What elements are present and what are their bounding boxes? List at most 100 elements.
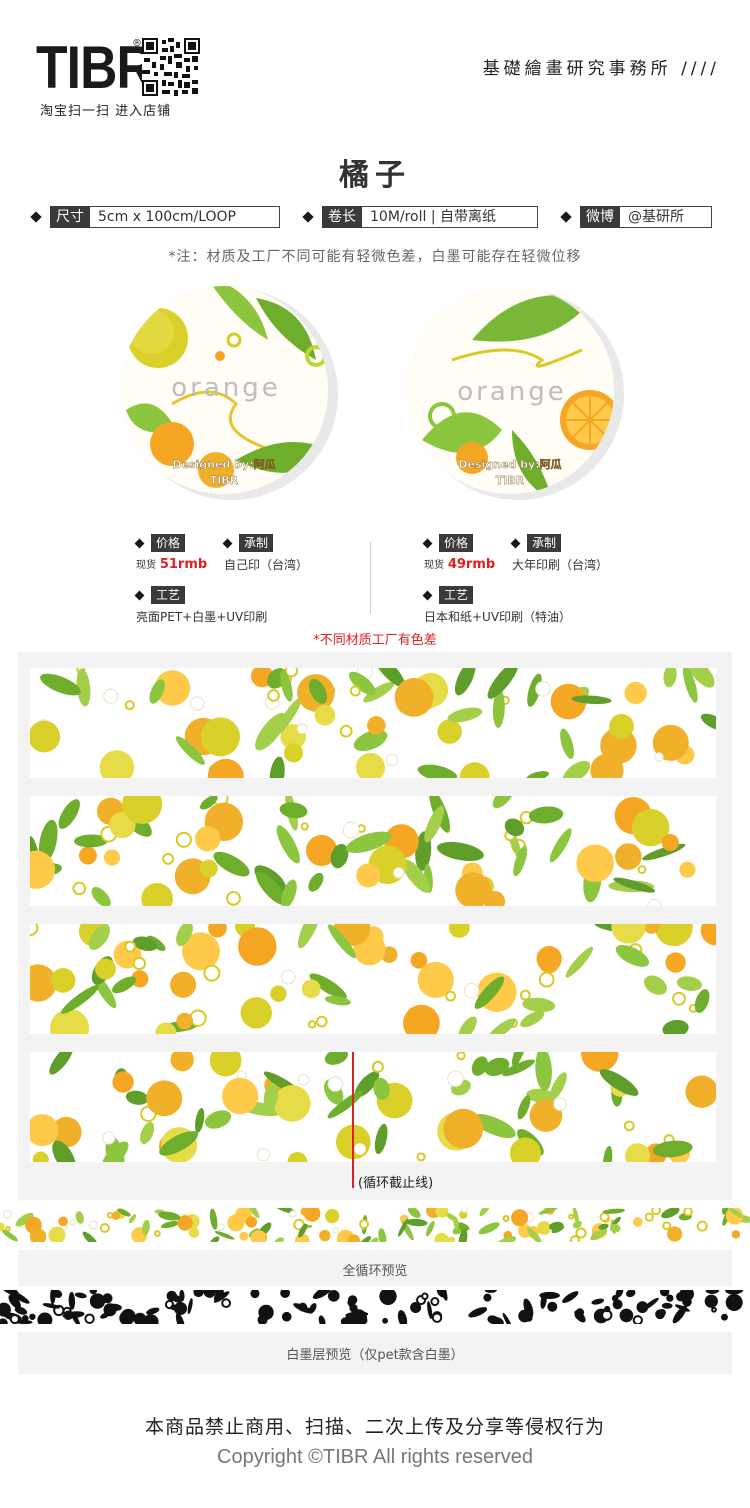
ring-dot-shape xyxy=(221,1298,231,1309)
orange-fruit-shape xyxy=(576,844,614,883)
ring-dot-shape xyxy=(132,956,147,971)
orange-fruit-shape xyxy=(37,1312,53,1324)
leaf-shape xyxy=(563,760,591,778)
leaf-shape xyxy=(484,1290,497,1293)
price-label: 价格 xyxy=(134,534,186,552)
leaf-shape xyxy=(705,1290,720,1294)
diamond-bullet-icon xyxy=(302,211,314,223)
qr-code-icon[interactable] xyxy=(142,38,200,96)
orange-fruit-shape xyxy=(94,958,116,980)
blossom-shape xyxy=(547,1301,558,1312)
craft-label: 工艺 xyxy=(422,586,474,604)
blossom-shape xyxy=(611,1295,619,1302)
leaf-shape xyxy=(74,1292,87,1299)
orange-fruit-shape xyxy=(725,1293,743,1311)
maker-value: 自己印（台湾） xyxy=(224,558,309,572)
diamond-bullet-icon xyxy=(560,211,572,223)
blossom-shape xyxy=(460,1208,468,1213)
orange-fruit-shape xyxy=(624,681,647,705)
maker-label: 承制 xyxy=(510,534,562,552)
orange-fruit-shape xyxy=(355,752,386,778)
orange-fruit-shape xyxy=(238,927,277,966)
orange-fruit-shape xyxy=(207,758,244,778)
orange-fruit-shape xyxy=(30,720,61,753)
spec-value: 10M/roll | 自带离纸 xyxy=(362,206,538,228)
leaf-shape xyxy=(562,1291,579,1304)
blossom-shape xyxy=(382,1317,389,1324)
leaf-shape xyxy=(297,924,322,949)
ring-dot-shape xyxy=(456,1052,466,1061)
shop-scan-link[interactable]: 淘宝扫一扫 进入店铺 xyxy=(40,100,171,119)
leaf-shape xyxy=(454,668,476,696)
leaf-shape xyxy=(75,1211,84,1224)
orange-fruit-shape xyxy=(170,1052,194,1072)
orange-fruit-shape xyxy=(704,1294,718,1308)
leaf-shape xyxy=(276,825,300,864)
leaf-shape xyxy=(204,1110,232,1129)
orange-fruit-shape xyxy=(176,1012,193,1030)
leaf-shape xyxy=(528,806,564,824)
orange-fruit-shape xyxy=(447,1236,456,1242)
leaf-shape xyxy=(68,1291,76,1310)
ring-dot-shape xyxy=(315,1015,328,1028)
ring-dot-shape xyxy=(371,1060,384,1073)
orange-fruit-shape xyxy=(459,762,490,778)
orange-fruit-shape xyxy=(50,968,76,993)
leaf-shape xyxy=(468,1307,488,1318)
leaf-shape xyxy=(526,771,550,778)
blossom-shape xyxy=(653,752,664,762)
tape-roll-pet: orange Designed by:阿瓜 TIBR xyxy=(116,280,340,500)
orange-fruit-shape xyxy=(679,861,696,878)
ring-dot-shape xyxy=(339,724,353,738)
ring-dot-shape xyxy=(538,971,555,988)
ring-dot-shape xyxy=(711,1306,717,1313)
leaf-shape xyxy=(187,1298,193,1315)
variant-pet: 价格 承制 现货 51rmb 自己印（台湾） 工艺 亮面PET+白墨+UV印刷 xyxy=(134,534,376,630)
leaf-shape xyxy=(700,713,716,731)
orange-fruit-shape xyxy=(410,1302,422,1314)
blossom-shape xyxy=(604,1305,611,1313)
tape-segment-4 xyxy=(30,1052,716,1162)
orange-fruit-shape xyxy=(314,704,336,726)
orange-fruit-shape xyxy=(666,1294,674,1302)
leaf-shape xyxy=(535,1052,552,1092)
orange-fruit-shape xyxy=(270,985,287,1002)
studio-name: 基礎繪畫研究事務所 //// xyxy=(482,59,720,79)
leaf-shape xyxy=(479,1208,491,1217)
leaf-shape xyxy=(538,1208,560,1215)
leaf-shape xyxy=(602,1145,613,1162)
variant-washi: 价格 承制 现货 49rmb 大年印刷（台湾） 工艺 日本和纸+UV印刷（特油） xyxy=(422,534,664,630)
leaf-shape xyxy=(378,1228,387,1242)
orange-fruit-shape xyxy=(103,849,121,866)
blossom-shape xyxy=(280,969,296,985)
blossom-shape xyxy=(647,898,662,906)
ring-dot-shape xyxy=(568,1213,575,1220)
orange-fruit-shape xyxy=(170,971,197,998)
ring-dot-shape xyxy=(637,865,647,875)
leaf-shape xyxy=(549,828,572,863)
leaf-shape xyxy=(565,946,594,978)
blossom-shape xyxy=(216,1223,225,1231)
blossom-shape xyxy=(347,1295,358,1305)
blossom-shape xyxy=(69,1218,76,1226)
leaf-shape xyxy=(661,1208,680,1219)
orange-fruit-shape xyxy=(685,1075,716,1108)
spec-value: @基研所 xyxy=(620,206,712,228)
ring-dot-shape xyxy=(445,990,457,1002)
blossom-shape xyxy=(342,821,360,839)
leaf-shape xyxy=(318,1315,326,1324)
orange-fruit-shape xyxy=(536,946,562,972)
orange-fruit-shape xyxy=(280,1290,291,1298)
orange-fruit-shape xyxy=(99,750,135,778)
ring-dot-shape xyxy=(124,940,136,953)
leaf-shape xyxy=(49,1052,74,1075)
white-ink-band: 白墨层预览（仅pet款含白墨） xyxy=(18,1332,732,1374)
orange-fruit-shape xyxy=(203,1290,216,1298)
orange-fruit-shape xyxy=(78,846,97,865)
ring-dot-shape xyxy=(430,1297,440,1307)
orange-fruit-shape xyxy=(209,1052,242,1077)
leaf-shape xyxy=(643,975,667,995)
color-note: *注：材质及工厂不同可能有轻微色差，白墨可能存在轻微位移 xyxy=(168,249,582,265)
maker-label: 承制 xyxy=(222,534,274,552)
orange-fruit-shape xyxy=(448,924,470,938)
